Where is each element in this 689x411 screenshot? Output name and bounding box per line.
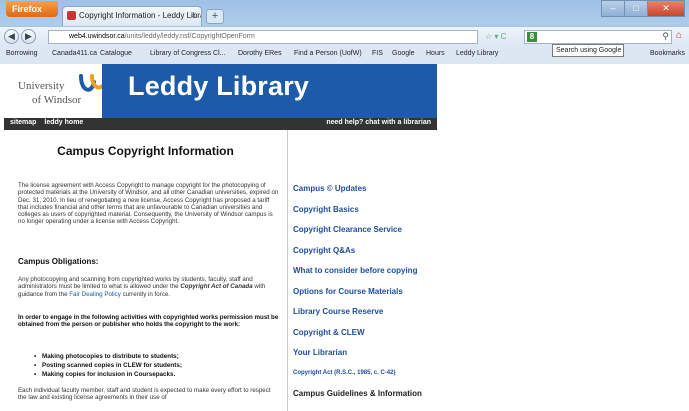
bookmark-item[interactable]: Leddy Library	[456, 50, 498, 57]
favicon-icon	[67, 11, 76, 20]
sidebar-link-campus-updates[interactable]: Campus © Updates	[293, 184, 366, 193]
bookmark-item[interactable]: Hours	[426, 50, 445, 57]
window-controls: – □ ✕	[601, 0, 685, 17]
top-navigation: sitemap leddy home need help? chat with …	[4, 118, 437, 130]
close-window-button[interactable]: ✕	[647, 0, 685, 17]
fair-dealing-policy-link[interactable]: Fair Dealing Policy	[69, 291, 121, 298]
search-tooltip: Search using Google	[552, 44, 624, 57]
search-icon[interactable]: ⚲	[662, 31, 669, 42]
permission-paragraph: In order to engage in the following acti…	[18, 314, 279, 329]
sidebar-link-before-copying[interactable]: What to consider before copying	[293, 266, 417, 275]
maximize-button[interactable]: □	[624, 0, 648, 17]
bookmark-item[interactable]: FIS	[372, 50, 383, 57]
chat-librarian-link[interactable]: need help? chat with a librarian	[326, 119, 431, 126]
tab-copyright-information[interactable]: Copyright Information - Leddy Library, .…	[62, 6, 202, 26]
tab-close-icon[interactable]: ×	[191, 7, 196, 25]
bookmark-item[interactable]: Canada411.ca	[52, 50, 97, 57]
main-column: Campus Copyright Information The license…	[4, 130, 287, 411]
sidebar-link-clearance-service[interactable]: Copyright Clearance Service	[293, 225, 402, 234]
bookmark-item[interactable]: Library of Congress Cl...	[150, 50, 225, 57]
activities-list: Making photocopies to distribute to stud…	[34, 352, 282, 379]
new-tab-button[interactable]: +	[206, 9, 224, 24]
bookmark-item[interactable]: Borrowing	[6, 50, 38, 57]
google-icon: 8	[527, 32, 537, 42]
bookmarks-menu[interactable]: Bookmarks	[650, 50, 685, 57]
browser-chrome: Firefox Copyright Information - Leddy Li…	[0, 0, 689, 65]
list-item: Making photocopies to distribute to stud…	[34, 352, 282, 361]
url-path: /units/leddy/leddy.nsf/CopyrightOpenForm	[124, 33, 255, 40]
home-icon[interactable]: ⌂	[676, 30, 682, 41]
sidebar-link-clew[interactable]: Copyright & CLEW	[293, 328, 365, 337]
url-bar[interactable]: web4.uwindsor.ca/units/leddy/leddy.nsf/C…	[48, 30, 478, 44]
bookmark-item[interactable]: Catalogue	[100, 50, 132, 57]
minimize-button[interactable]: –	[601, 0, 625, 17]
tab-bar: Firefox Copyright Information - Leddy Li…	[0, 0, 689, 26]
library-name: Leddy Library	[128, 71, 310, 101]
forward-button[interactable]: ▶	[21, 29, 36, 44]
page-content: University of Windsor Leddy Library site…	[0, 64, 689, 411]
university-logo[interactable]: University of Windsor	[8, 64, 108, 118]
copyright-act-text: Copyright Act of Canada	[180, 283, 253, 291]
site-header: University of Windsor Leddy Library	[4, 64, 437, 118]
bookmark-item[interactable]: Dorothy ERes	[238, 50, 282, 57]
sidebar-link-copyright-act[interactable]: Copyright Act (R.S.C., 1985, c. C-42)	[293, 370, 395, 376]
sitemap-link[interactable]: sitemap	[10, 119, 36, 126]
star-reload-icons[interactable]: ☆ ▾ C	[485, 32, 506, 41]
url-host: web4.uwindsor.ca	[69, 33, 125, 40]
firefox-menu-button[interactable]: Firefox	[6, 1, 58, 17]
sidebar-link-course-reserve[interactable]: Library Course Reserve	[293, 307, 383, 316]
obligations-paragraph: Any photocopying and scanning from copyr…	[18, 276, 282, 298]
sidebar-link-course-materials[interactable]: Options for Course Materials	[293, 287, 403, 296]
closing-paragraph: Each individual faculty member, staff an…	[18, 387, 271, 402]
list-item: Making copies for inclusion in Coursepac…	[34, 370, 282, 379]
column-divider	[287, 130, 288, 411]
bookmark-item[interactable]: Find a Person (UofW)	[294, 50, 362, 57]
university-line1: University	[18, 80, 65, 92]
sidebar-link-your-librarian[interactable]: Your Librarian	[293, 348, 347, 357]
intro-paragraph: The license agreement with Access Copyri…	[18, 182, 279, 226]
sidebar-link-campus-guidelines[interactable]: Campus Guidelines & Information	[293, 389, 422, 398]
tab-title: Copyright Information - Leddy Library, .…	[79, 11, 201, 20]
search-input[interactable]: 8 ⚲	[524, 30, 672, 44]
university-line2: of Windsor	[32, 94, 82, 106]
back-button[interactable]: ◀	[4, 29, 19, 44]
obligations-heading: Campus Obligations:	[18, 257, 99, 266]
page-title: Campus Copyright Information	[57, 144, 234, 158]
bookmark-item[interactable]: Google	[392, 50, 415, 57]
library-banner[interactable]: Leddy Library	[102, 64, 437, 118]
sidebar-link-copyright-basics[interactable]: Copyright Basics	[293, 205, 359, 214]
leddy-home-link[interactable]: leddy home	[44, 119, 83, 126]
obligations-text: currently in force.	[120, 290, 171, 298]
list-item: Posting scanned copies in CLEW for stude…	[34, 361, 282, 370]
sidebar-link-qas[interactable]: Copyright Q&As	[293, 246, 355, 255]
